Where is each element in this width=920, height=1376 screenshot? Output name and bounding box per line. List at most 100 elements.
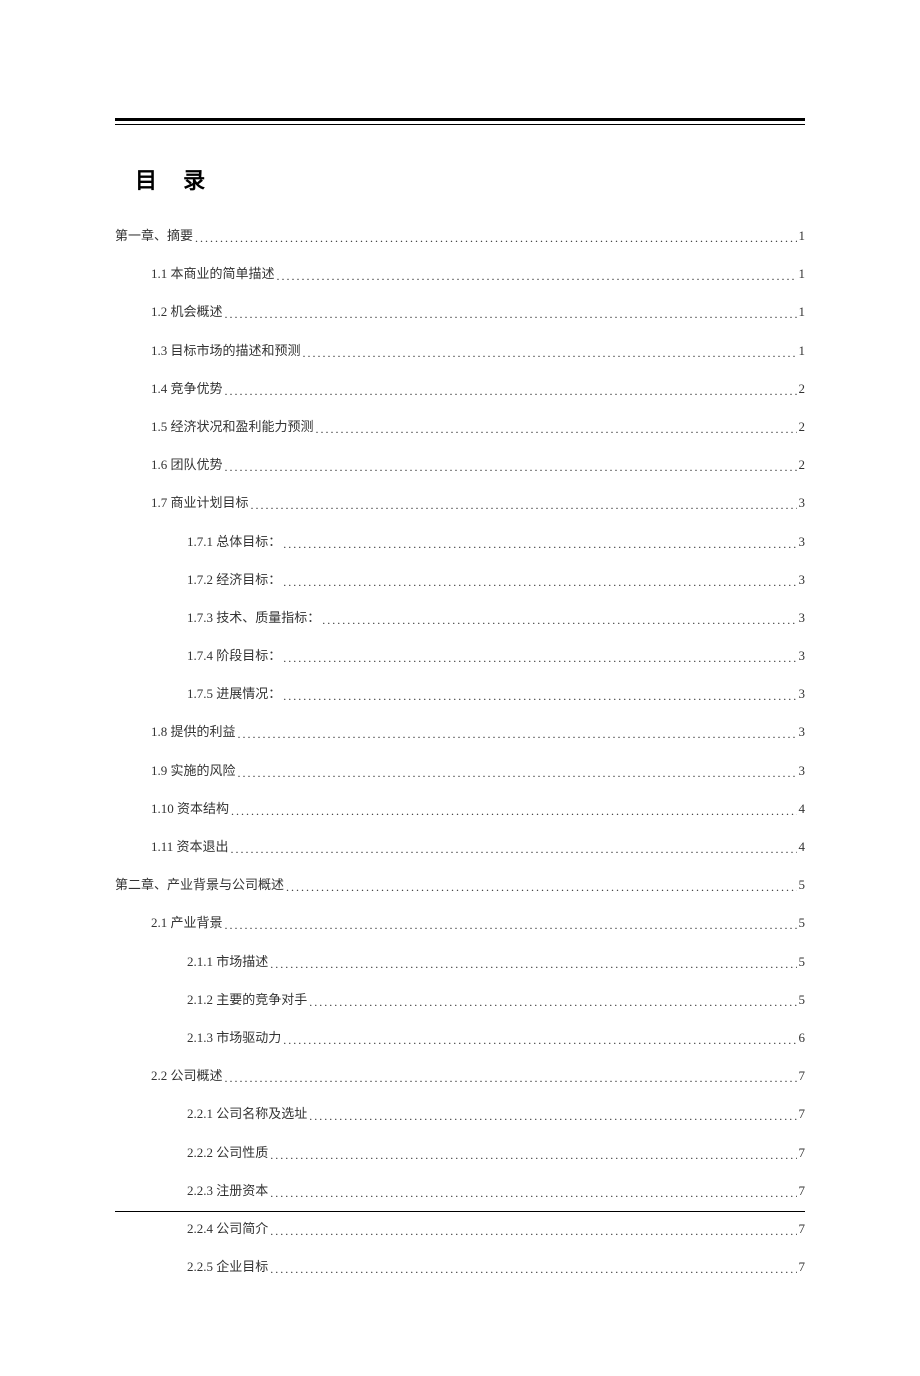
- toc-dot-leader: [283, 574, 796, 591]
- toc-dot-leader: [303, 345, 797, 362]
- toc-dot-leader: [283, 688, 796, 705]
- toc-entry-label: 1.7.1 总体目标：: [187, 533, 281, 551]
- toc-entry-label: 1.11 资本退出: [151, 838, 229, 856]
- toc-dot-leader: [309, 994, 796, 1011]
- toc-entry-label: 2.2.1 公司名称及选址: [187, 1105, 307, 1123]
- toc-entry: 1.11 资本退出4: [115, 838, 805, 856]
- toc-entry-label: 1.4 竞争优势: [151, 380, 223, 398]
- document-page: 目 录 第一章、摘要11.1 本商业的简单描述11.2 机会概述11.3 目标市…: [0, 0, 920, 1376]
- toc-entry-page: 3: [799, 533, 806, 551]
- toc-dot-leader: [283, 536, 796, 553]
- toc-dot-leader: [270, 1223, 796, 1240]
- toc-entry-page: 5: [799, 914, 806, 932]
- toc-entry-page: 5: [799, 953, 806, 971]
- toc-dot-leader: [270, 1185, 796, 1202]
- toc-dot-leader: [231, 841, 797, 858]
- toc-dot-leader: [270, 1261, 796, 1278]
- toc-entry-label: 2.1.1 市场描述: [187, 953, 268, 971]
- toc-entry-page: 1: [799, 342, 806, 360]
- toc-entry-page: 7: [799, 1220, 806, 1238]
- toc-dot-leader: [231, 803, 796, 820]
- toc-entry-label: 1.5 经济状况和盈利能力预测: [151, 418, 314, 436]
- toc-entry-label: 1.7.4 阶段目标：: [187, 647, 281, 665]
- toc-entry-page: 7: [799, 1144, 806, 1162]
- toc-dot-leader: [225, 306, 797, 323]
- toc-entry: 第一章、摘要 1: [115, 227, 805, 245]
- toc-entry-label: 2.2.3 注册资本: [187, 1182, 268, 1200]
- toc-dot-leader: [225, 1070, 797, 1087]
- toc-entry-page: 2: [799, 380, 806, 398]
- toc-title: 目 录: [135, 163, 805, 195]
- toc-entry: 2.1.1 市场描述 5: [115, 953, 805, 971]
- toc-entry-label: 1.6 团队优势: [151, 456, 223, 474]
- toc-entry: 2.2.3 注册资本 7: [115, 1182, 805, 1200]
- toc-entry-label: 1.1 本商业的简单描述: [151, 265, 275, 283]
- toc-entry-label: 1.7 商业计划目标: [151, 494, 249, 512]
- toc-entry-page: 3: [799, 685, 806, 703]
- toc-dot-leader: [270, 956, 796, 973]
- toc-entry-page: 7: [799, 1258, 806, 1276]
- toc-entry: 2.2.1 公司名称及选址 7: [115, 1105, 805, 1123]
- toc-dot-leader: [251, 497, 797, 514]
- toc-entry-label: 2.1 产业背景: [151, 914, 223, 932]
- toc-entry: 2.2 公司概述 7: [115, 1067, 805, 1085]
- toc-entry-label: 2.1.3 市场驱动力: [187, 1029, 281, 1047]
- toc-entry: 1.5 经济状况和盈利能力预测 2: [115, 418, 805, 436]
- toc-entry: 1.2 机会概述 1: [115, 303, 805, 321]
- toc-entry-label: 第一章、摘要: [115, 227, 193, 245]
- toc-entry-label: 2.2.4 公司简介: [187, 1220, 268, 1238]
- toc-dot-leader: [270, 1147, 796, 1164]
- toc-entry: 1.6 团队优势2: [115, 456, 805, 474]
- toc-entry-page: 1: [799, 303, 806, 321]
- toc-entry-label: 1.10 资本结构: [151, 800, 229, 818]
- toc-entry-page: 3: [799, 609, 806, 627]
- toc-entry-label: 2.2.2 公司性质: [187, 1144, 268, 1162]
- toc-entry: 2.1.2 主要的竞争对手 5: [115, 991, 805, 1009]
- toc-entry: 1.10 资本结构4: [115, 800, 805, 818]
- toc-entry-label: 1.7.2 经济目标：: [187, 571, 281, 589]
- toc-entry-label: 1.3 目标市场的描述和预测: [151, 342, 301, 360]
- toc-entry: 2.2.5 企业目标 7: [115, 1258, 805, 1276]
- toc-dot-leader: [238, 726, 797, 743]
- toc-entry-label: 2.1.2 主要的竞争对手: [187, 991, 307, 1009]
- toc-dot-leader: [286, 879, 796, 896]
- toc-entry-page: 3: [799, 571, 806, 589]
- toc-entry-label: 1.7.5 进展情况：: [187, 685, 281, 703]
- toc-entry-label: 1.7.3 技术、质量指标：: [187, 609, 320, 627]
- toc-entry-page: 7: [799, 1182, 806, 1200]
- table-of-contents: 第一章、摘要11.1 本商业的简单描述11.2 机会概述11.3 目标市场的描述…: [115, 227, 805, 1276]
- toc-entry: 2.1 产业背景 5: [115, 914, 805, 932]
- toc-entry: 1.3 目标市场的描述和预测 1: [115, 342, 805, 360]
- toc-entry: 2.2.4 公司简介 7: [115, 1220, 805, 1238]
- bottom-horizontal-rule: [115, 1211, 805, 1212]
- toc-dot-leader: [283, 1032, 796, 1049]
- toc-dot-leader: [322, 612, 796, 629]
- toc-entry-page: 3: [799, 647, 806, 665]
- toc-entry-label: 2.2.5 企业目标: [187, 1258, 268, 1276]
- toc-entry: 1.7.4 阶段目标： 3: [115, 647, 805, 665]
- toc-entry-page: 1: [799, 227, 806, 245]
- toc-dot-leader: [309, 1108, 796, 1125]
- toc-dot-leader: [195, 230, 796, 247]
- toc-entry-label: 2.2 公司概述: [151, 1067, 223, 1085]
- toc-entry: 1.9 实施的风险3: [115, 762, 805, 780]
- toc-entry-page: 7: [799, 1067, 806, 1085]
- toc-entry: 1.7.3 技术、质量指标： 3: [115, 609, 805, 627]
- toc-dot-leader: [316, 421, 797, 438]
- toc-entry: 1.7.5 进展情况： 3: [115, 685, 805, 703]
- toc-entry-page: 7: [799, 1105, 806, 1123]
- toc-entry-page: 3: [799, 494, 806, 512]
- toc-entry: 1.1 本商业的简单描述1: [115, 265, 805, 283]
- toc-entry: 1.4 竞争优势 2: [115, 380, 805, 398]
- top-horizontal-rule: [115, 118, 805, 125]
- toc-entry-label: 1.2 机会概述: [151, 303, 223, 321]
- toc-entry-page: 2: [799, 418, 806, 436]
- toc-entry-page: 6: [799, 1029, 806, 1047]
- toc-dot-leader: [225, 459, 797, 476]
- toc-entry: 第二章、产业背景与公司概述 5: [115, 876, 805, 894]
- toc-entry-page: 5: [799, 876, 806, 894]
- toc-entry-label: 第二章、产业背景与公司概述: [115, 876, 284, 894]
- toc-entry-page: 5: [799, 991, 806, 1009]
- toc-entry: 2.2.2 公司性质 7: [115, 1144, 805, 1162]
- toc-entry: 1.7.2 经济目标： 3: [115, 571, 805, 589]
